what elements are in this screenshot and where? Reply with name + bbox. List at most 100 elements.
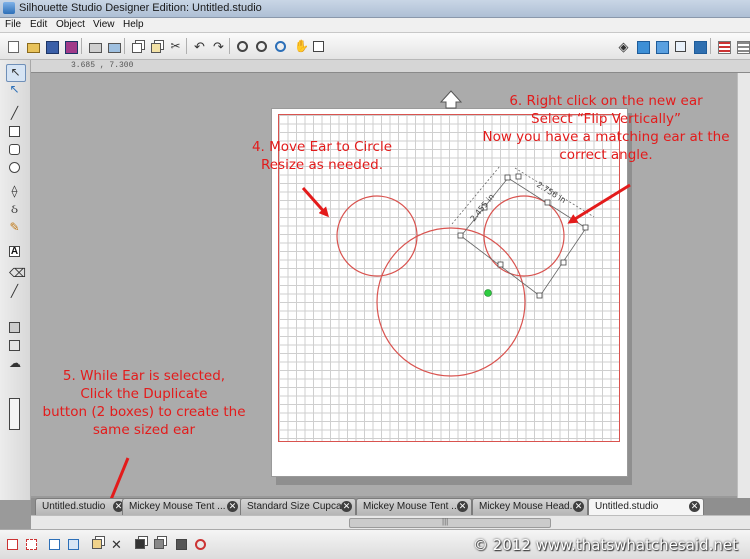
step6-line4: correct angle. <box>559 147 653 163</box>
ellipse-tool[interactable] <box>6 160 24 176</box>
knife-tool[interactable]: ╱ <box>6 284 24 300</box>
step6-annotation: 6. Right click on the new ear Select “Fl… <box>466 92 746 164</box>
select-tool[interactable]: ↖ <box>6 64 26 82</box>
delete-x-icon: ✕ <box>111 537 122 552</box>
zoom-select-button[interactable] <box>271 37 290 56</box>
copy-icon <box>132 43 142 53</box>
edit-points-tool[interactable]: ↖ <box>6 82 24 98</box>
printer-icon <box>89 43 102 53</box>
curve-tool[interactable]: ઠ <box>6 202 24 218</box>
document-tab-active[interactable]: Untitled.studio ✕ <box>588 498 704 516</box>
document-tab[interactable]: Mickey Mouse Tent ... ✕ <box>122 498 242 515</box>
horizontal-scrollbar[interactable]: ||| <box>31 515 750 529</box>
curve-icon: ઠ <box>11 202 18 216</box>
cut-settings-button[interactable] <box>690 37 709 56</box>
document-tab[interactable]: Standard Size Cupca... ✕ <box>240 498 356 515</box>
line-tool[interactable]: ╱ <box>6 106 24 122</box>
nudge-button[interactable] <box>173 536 190 553</box>
copy-button[interactable] <box>128 37 147 56</box>
fill-color-button[interactable]: ◈ <box>614 37 633 56</box>
delete-button[interactable]: ✕ <box>108 536 125 553</box>
zoom-out-icon <box>256 41 267 52</box>
library-button[interactable] <box>6 338 24 354</box>
step4-line2: Resize as needed. <box>260 157 384 173</box>
new-document-button[interactable] <box>4 37 23 56</box>
silhouette-app-icon <box>3 2 15 14</box>
rounded-rectangle-tool[interactable] <box>6 142 24 158</box>
release-compound-button[interactable] <box>65 536 82 553</box>
fill-panel-button[interactable] <box>733 37 750 56</box>
close-tab-icon[interactable]: ✕ <box>689 501 700 512</box>
polygon-tool[interactable]: ⟠ <box>6 184 24 200</box>
menu-file[interactable]: File <box>5 19 21 30</box>
close-tab-icon[interactable]: ✕ <box>227 501 238 512</box>
tool-options-panel[interactable] <box>6 396 24 436</box>
save-button[interactable] <box>42 37 61 56</box>
duplicate-button[interactable] <box>89 536 106 553</box>
cut-button[interactable]: ✂ <box>166 37 185 56</box>
line-style-button[interactable] <box>714 37 733 56</box>
line-icon: ╱ <box>10 106 19 120</box>
step5-annotation: 5. While Ear is selected, Click the Dupl… <box>28 367 260 439</box>
grid-settings-button[interactable] <box>652 37 671 56</box>
send-to-silhouette-button[interactable] <box>104 37 123 56</box>
send-to-back-button[interactable] <box>151 536 168 553</box>
tab-label: Mickey Mouse Tent ... <box>129 501 226 512</box>
paste-button[interactable] <box>147 37 166 56</box>
title-bar: Silhouette Studio Designer Edition: Unti… <box>0 0 750 18</box>
menu-object[interactable]: Object <box>56 19 85 30</box>
offset-button[interactable] <box>192 536 209 553</box>
zoom-in-button[interactable] <box>233 37 252 56</box>
redo-icon: ↷ <box>213 39 224 54</box>
eraser-tool[interactable]: ⌫ <box>6 266 26 282</box>
bring-to-front-button[interactable] <box>132 536 149 553</box>
menu-edit[interactable]: Edit <box>30 19 47 30</box>
layers-panel-button[interactable] <box>6 320 24 336</box>
paint-bucket-icon: ◈ <box>618 39 629 54</box>
redo-button[interactable]: ↷ <box>209 37 228 56</box>
fit-to-page-button[interactable] <box>309 37 328 56</box>
document-tab[interactable]: Mickey Mouse Head... ✕ <box>472 498 588 515</box>
select-arrow-icon: ↖ <box>10 65 21 79</box>
offset-target-icon <box>195 539 206 550</box>
document-tab[interactable]: Mickey Mouse Tent ... ✕ <box>356 498 472 515</box>
menu-help[interactable]: Help <box>123 19 144 30</box>
print-button[interactable] <box>85 37 104 56</box>
rectangle-tool[interactable] <box>6 124 24 140</box>
hand-icon: ✋ <box>294 39 309 53</box>
scroll-thumb[interactable]: ||| <box>349 517 551 528</box>
close-tab-icon[interactable]: ✕ <box>457 501 468 512</box>
freehand-tool[interactable]: ✎ <box>6 220 24 236</box>
registration-marks-button[interactable] <box>671 37 690 56</box>
bring-to-front-icon <box>135 539 145 549</box>
close-tab-icon[interactable]: ✕ <box>341 501 352 512</box>
step5-line1: 5. While Ear is selected, <box>62 368 226 384</box>
document-tabs-bar: Untitled.studio ✕ Mickey Mouse Tent ... … <box>31 498 750 516</box>
bottom-toolbar: ✕ © 2012 www.thatswhatchesaid.net <box>0 529 750 559</box>
new-document-icon <box>8 41 19 53</box>
undo-button[interactable]: ↶ <box>190 37 209 56</box>
document-tab[interactable]: Untitled.studio ✕ <box>35 498 128 515</box>
ungroup-button[interactable] <box>23 536 40 553</box>
rotation-center-dot[interactable] <box>484 289 492 297</box>
cursor-coordinates: 3.685 , 7.300 <box>71 61 134 70</box>
page-settings-button[interactable] <box>633 37 652 56</box>
step5-line2: Click the Duplicate <box>80 386 208 402</box>
tab-label: Untitled.studio <box>42 501 106 512</box>
open-button[interactable] <box>23 37 42 56</box>
pan-button[interactable]: ✋ <box>290 37 309 56</box>
text-tool[interactable]: A <box>6 244 24 260</box>
group-button[interactable] <box>4 536 21 553</box>
toolbar-divider <box>81 38 82 54</box>
zoom-out-button[interactable] <box>252 37 271 56</box>
step5-line4: same sized ear <box>92 422 196 438</box>
menu-view[interactable]: View <box>93 19 115 30</box>
save-to-library-button[interactable] <box>61 37 80 56</box>
compound-path-button[interactable] <box>46 536 63 553</box>
cutter-icon <box>108 43 121 53</box>
close-tab-icon[interactable]: ✕ <box>573 501 584 512</box>
registration-icon <box>675 41 686 52</box>
ellipse-icon <box>9 162 20 173</box>
store-button[interactable]: ☁ <box>6 356 24 372</box>
duplicate-icon <box>92 539 102 549</box>
